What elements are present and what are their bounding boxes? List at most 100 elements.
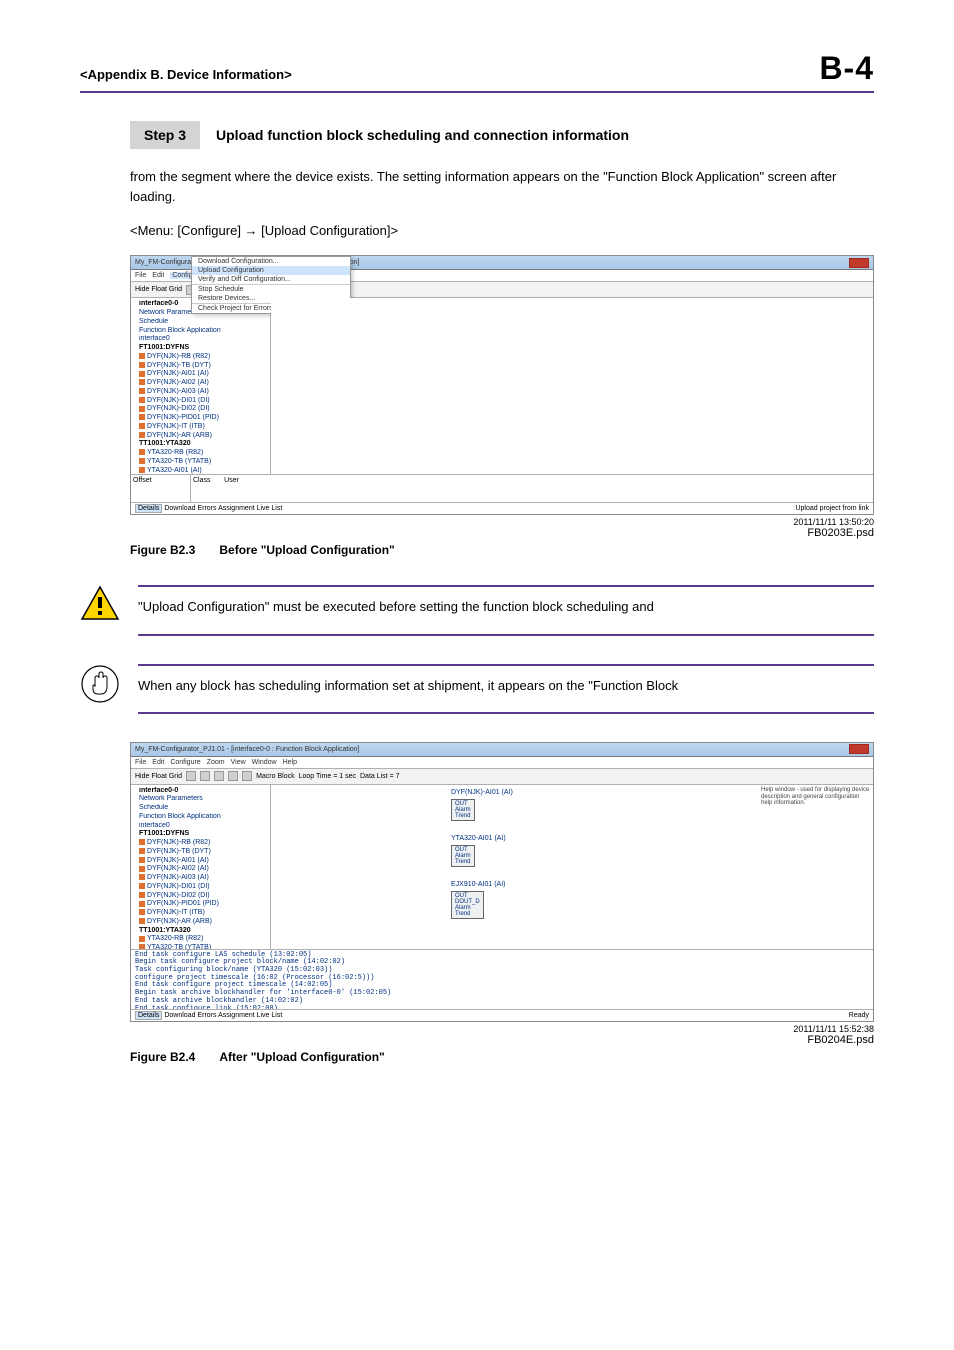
menu-item-upload[interactable]: Upload Configuration — [192, 266, 350, 275]
tab-livelist[interactable]: Live List — [257, 505, 283, 512]
window-menubar[interactable]: File Edit Configure Zoom View Window Hel… — [131, 757, 873, 769]
intro-paragraph: from the segment where the device exists… — [130, 167, 874, 207]
warning-rule-top — [138, 585, 874, 587]
toolbar-macro[interactable]: Macro Block — [256, 773, 295, 780]
toolbar-loop[interactable]: Loop Time = 1 sec — [299, 773, 356, 780]
function-block[interactable]: OUT DOUT_D Alarm Trend — [451, 891, 484, 919]
menu-file[interactable]: File — [135, 272, 146, 279]
tree-device[interactable]: TT1001:YTA320 — [139, 440, 268, 449]
window-toolbar: Hide Float Grid Macro Block Loop Time = … — [131, 769, 873, 785]
bottom-pane: Offset Class User — [131, 474, 873, 502]
menu-configure[interactable]: Configure — [170, 759, 200, 766]
tab-download[interactable]: Download — [164, 1012, 195, 1019]
tab-details[interactable]: Details — [135, 1011, 162, 1020]
tree-item: DYF(NJK)-IT (ITB) — [139, 423, 268, 432]
figure2-caption: Figure B2.4 After "Upload Configuration" — [130, 1050, 874, 1064]
menu-help[interactable]: Help — [283, 759, 297, 766]
window-titlebar: My_FM-Configurator_PJ1.01 - [interface0-… — [131, 743, 873, 757]
block-title: EJX910-AI01 (AI) — [451, 881, 505, 888]
tip-text: When any block has scheduling informatio… — [138, 676, 874, 696]
fig1-time: 2011/11/11 13:50:20 — [130, 517, 874, 527]
tree-item: YTA320-RB (R82) — [139, 935, 268, 944]
tree-item: DYF(NJK)-AI02 (AI) — [139, 379, 268, 388]
fig2-stamp: FB0204E.psd — [130, 1034, 874, 1046]
tree-item: DYF(NJK)-AR (ARB) — [139, 918, 268, 927]
menu-zoom[interactable]: Zoom — [207, 759, 225, 766]
help-panel: Help window - used for displaying device… — [761, 787, 871, 808]
tab-details[interactable]: Details — [135, 504, 162, 513]
tree-device[interactable]: TT1001:YTA320 — [139, 927, 268, 936]
hide-grid-toggle[interactable]: Hide Float Grid — [135, 286, 182, 293]
hand-icon — [80, 664, 120, 704]
step-label: Step 3 — [130, 121, 200, 149]
function-block[interactable]: OUT Alarm Trend — [451, 845, 475, 867]
tree-node[interactable]: interface0 — [139, 335, 268, 344]
toolbar-icon[interactable] — [228, 771, 238, 781]
toolbar-icon[interactable] — [186, 771, 196, 781]
tip-note: When any block has scheduling informatio… — [80, 664, 874, 714]
tree-item: DYF(NJK)-RB (R82) — [139, 839, 268, 848]
step-title: Upload function block scheduling and con… — [216, 127, 629, 143]
screenshot-before: My_FM-Configurator_PJ1.01 - [interface0-… — [130, 255, 874, 515]
header-rule — [80, 91, 874, 93]
console-output: End task configure LAS schedule (13:02:0… — [131, 949, 873, 1009]
tab-errors[interactable]: Errors — [197, 505, 216, 512]
tree-root[interactable]: interface0-0 — [139, 787, 268, 796]
menu-view[interactable]: View — [231, 759, 246, 766]
menu-path-text: <Menu: [Configure] → [Upload Configurati… — [130, 221, 874, 241]
tree-panel[interactable]: interface0-0 Network Parameters Schedule… — [131, 298, 271, 474]
menu-edit[interactable]: Edit — [152, 272, 164, 279]
tab-errors[interactable]: Errors — [197, 1012, 216, 1019]
tree-item: DYF(NJK)-DI01 (DI) — [139, 397, 268, 406]
tree-item: DYF(NJK)-AI01 (AI) — [139, 370, 268, 379]
tree-item: YTA320-TB (YTATB) — [139, 458, 268, 467]
screenshot-after: My_FM-Configurator_PJ1.01 - [interface0-… — [130, 742, 874, 1022]
menu-edit[interactable]: Edit — [152, 759, 164, 766]
tree-node[interactable]: Function Block Application — [139, 327, 268, 336]
tree-device[interactable]: FT1001:DYFNS — [139, 830, 268, 839]
window-title: My_FM-Configurator_PJ1.01 - [interface0-… — [135, 746, 360, 753]
tree-item: DYF(NJK)-TB (DYT) — [139, 848, 268, 857]
hide-grid-toggle[interactable]: Hide Float Grid — [135, 773, 182, 780]
tree-item: DYF(NJK)-PID01 (PID) — [139, 900, 268, 909]
tree-node[interactable]: Schedule — [139, 804, 268, 813]
menu-file[interactable]: File — [135, 759, 146, 766]
tree-item: DYF(NJK)-AI03 (AI) — [139, 388, 268, 397]
status-bar: Details Download Errors Assignment Live … — [131, 1009, 873, 1021]
toolbar-icon[interactable] — [214, 771, 224, 781]
fig1-caption-text: Before "Upload Configuration" — [219, 543, 394, 557]
tip-rule-top — [138, 664, 874, 666]
tree-item: DYF(NJK)-PID01 (PID) — [139, 414, 268, 423]
tree-item: YTA320-RB (R82) — [139, 449, 268, 458]
tree-node[interactable]: interface0 — [139, 822, 268, 831]
toolbar-datalist[interactable]: Data List = 7 — [360, 773, 400, 780]
close-icon[interactable] — [849, 258, 869, 268]
tree-panel[interactable]: interface0-0 Network Parameters Schedule… — [131, 785, 271, 949]
tab-assignment[interactable]: Assignment — [218, 505, 255, 512]
header-appendix: <Appendix B. Device Information> — [80, 67, 292, 82]
menu-window[interactable]: Window — [252, 759, 277, 766]
menu-item-verify[interactable]: Verify and Diff Configuration... — [192, 275, 350, 284]
tab-download[interactable]: Download — [164, 505, 195, 512]
menu-item-download[interactable]: Download Configuration... — [192, 257, 350, 266]
tree-item: DYF(NJK)-DI02 (DI) — [139, 405, 268, 414]
toolbar-icon[interactable] — [200, 771, 210, 781]
tree-node[interactable]: Network Parameters — [139, 795, 268, 804]
window-body: interface0-0 Network Parameters Schedule… — [131, 298, 873, 474]
tree-node[interactable]: Schedule — [139, 318, 268, 327]
tab-assignment[interactable]: Assignment — [218, 1012, 255, 1019]
warning-rule-bottom — [138, 634, 874, 636]
menu-item-stop[interactable]: Stop Schedule — [192, 284, 350, 294]
close-icon[interactable] — [849, 744, 869, 754]
function-block[interactable]: OUT Alarm Trend — [451, 799, 475, 821]
fig1-stamp: FB0203E.psd — [130, 527, 874, 539]
tree-node[interactable]: Function Block Application — [139, 813, 268, 822]
status-bar: Details Download Errors Assignment Live … — [131, 502, 873, 514]
tree-item: YTA320-AI01 (AI) — [139, 467, 268, 475]
canvas-area: DYF(NJK)-AI01 (AI) OUT Alarm Trend YTA32… — [271, 785, 873, 949]
tree-device[interactable]: FT1001:DYFNS — [139, 344, 268, 353]
bottom-detail-col: Class User — [191, 475, 873, 502]
tree-item: DYF(NJK)-AI01 (AI) — [139, 857, 268, 866]
tab-livelist[interactable]: Live List — [257, 1012, 283, 1019]
toolbar-icon[interactable] — [242, 771, 252, 781]
